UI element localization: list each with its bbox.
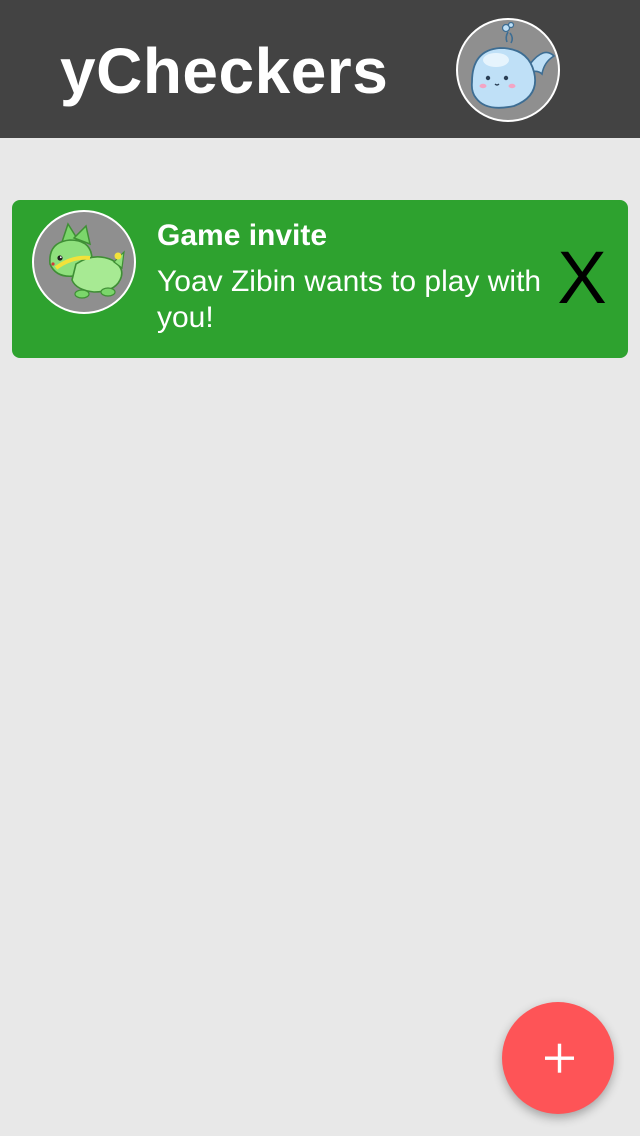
inviter-avatar <box>32 210 136 314</box>
dismiss-invite-button[interactable]: X <box>552 238 612 318</box>
profile-avatar[interactable] <box>456 18 560 122</box>
app-header: yCheckers <box>0 0 640 138</box>
plus-icon <box>545 1043 574 1073</box>
whale-avatar-icon <box>470 21 556 109</box>
new-game-button[interactable] <box>502 1002 614 1114</box>
green-creature-avatar-icon <box>49 222 125 299</box>
invite-title: Game invite <box>157 219 328 252</box>
game-invite-card[interactable]: Game invite Yoav Zibin wants to play wit… <box>12 200 628 358</box>
app-title: yCheckers <box>60 35 389 107</box>
invite-message: Yoav Zibin wants to play with you! <box>157 265 542 334</box>
